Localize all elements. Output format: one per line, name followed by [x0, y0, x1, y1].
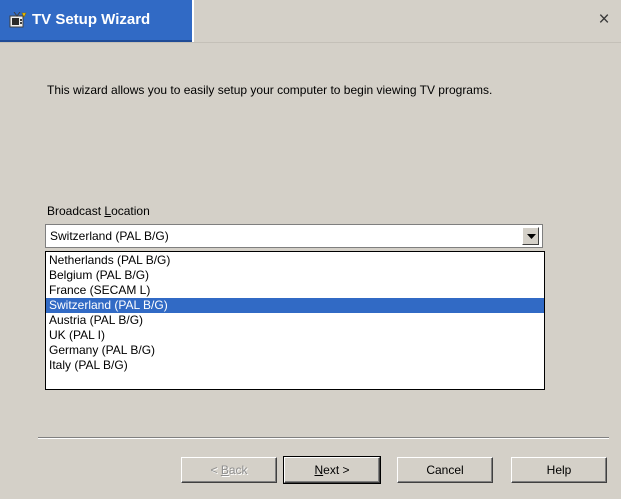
next-label-accelerator: N: [314, 463, 324, 477]
label-prefix: Broadcast: [47, 204, 105, 218]
dropdown-button[interactable]: [522, 227, 539, 245]
tv-wizard-icon: [9, 11, 27, 30]
button-divider: [38, 437, 609, 439]
tv-setup-wizard-dialog: TV Setup Wizard × This wizard allows you…: [0, 0, 621, 499]
back-button[interactable]: < Back: [181, 457, 277, 483]
chevron-down-icon: [527, 234, 536, 239]
close-icon: ×: [598, 9, 610, 30]
label-suffix: ocation: [111, 204, 150, 218]
broadcast-location-combobox[interactable]: Switzerland (PAL B/G): [45, 224, 543, 248]
back-label-accelerator: B: [220, 463, 229, 477]
broadcast-location-dropdown-list[interactable]: Netherlands (PAL B/G) Belgium (PAL B/G) …: [45, 251, 545, 390]
close-button[interactable]: ×: [591, 7, 617, 33]
list-item-france[interactable]: France (SECAM L): [46, 283, 544, 298]
back-label-prefix: <: [210, 463, 221, 477]
window-title: TV Setup Wizard: [32, 11, 151, 28]
list-item-netherlands[interactable]: Netherlands (PAL B/G): [46, 253, 544, 268]
list-item-belgium[interactable]: Belgium (PAL B/G): [46, 268, 544, 283]
broadcast-location-label: Broadcast Location: [47, 204, 150, 218]
next-button[interactable]: Next >: [283, 456, 381, 484]
back-label-suffix: ack: [228, 463, 248, 477]
next-label-suffix: ext >: [323, 463, 350, 477]
intro-text: This wizard allows you to easily setup y…: [47, 83, 493, 97]
help-button[interactable]: Help: [511, 457, 607, 483]
list-item-uk[interactable]: UK (PAL I): [46, 328, 544, 343]
list-item-switzerland[interactable]: Switzerland (PAL B/G): [46, 298, 544, 313]
list-item-austria[interactable]: Austria (PAL B/G): [46, 313, 544, 328]
cancel-button[interactable]: Cancel: [397, 457, 493, 483]
combobox-selected-value: Switzerland (PAL B/G): [50, 229, 169, 243]
title-tab: TV Setup Wizard: [0, 0, 194, 42]
list-item-germany[interactable]: Germany (PAL B/G): [46, 343, 544, 358]
title-bar: TV Setup Wizard ×: [0, 0, 621, 43]
list-item-italy[interactable]: Italy (PAL B/G): [46, 358, 544, 373]
